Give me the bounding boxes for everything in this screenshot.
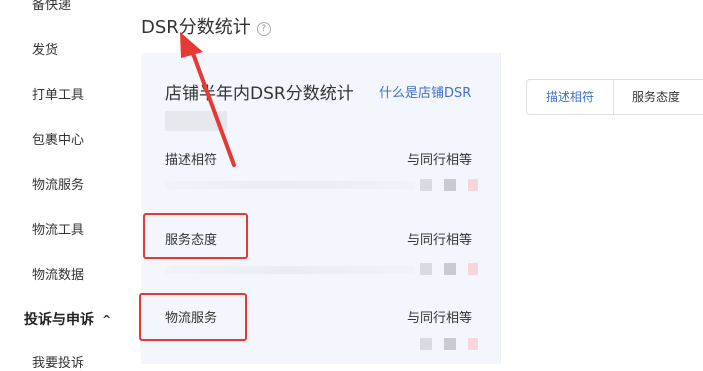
sidebar: 备快递 发货 打单工具 包裹中心 物流服务 物流工具 物流数据 投诉与申诉 ^ 我… [0,0,128,371]
sidebar-item-logistics-service[interactable]: 物流服务 [32,174,84,193]
blurred-score [444,263,456,275]
sidebar-item-express[interactable]: 备快递 [32,0,71,13]
tab-description[interactable]: 描述相符 [527,80,614,114]
sidebar-item-package-center[interactable]: 包裹中心 [32,129,84,148]
dsr-row-value-service: 与同行相等 [407,233,473,248]
dsr-tabs: 描述相符 服务态度 [526,79,703,115]
blurred-score [444,338,456,350]
blurred-score [420,179,432,191]
sidebar-item-ship[interactable]: 发货 [32,39,58,58]
score-placeholder [165,111,227,131]
page-title: DSR分数统计? [141,13,271,39]
blurred-score [468,263,478,275]
sidebar-item-logistics-tool[interactable]: 物流工具 [32,219,84,238]
blurred-score [468,338,478,350]
dsr-bar-description [165,181,415,189]
blurred-score [468,179,478,191]
blurred-score [420,338,432,350]
sidebar-item-print-tool[interactable]: 打单工具 [32,84,84,103]
chevron-up-icon: ^ [102,313,112,326]
highlight-box-logistics [139,293,247,341]
sidebar-group-label: 投诉与申诉 [24,312,94,328]
question-circle-icon[interactable]: ? [256,22,271,36]
sidebar-item-my-complaint[interactable]: 我要投诉 [32,352,84,371]
dsr-card-title: 店铺半年内DSR分数统计 [165,84,354,104]
dsr-row-value-logistics: 与同行相等 [407,311,473,326]
highlight-box-service [143,213,248,259]
page-title-text: DSR分数统计 [141,17,251,38]
dsr-bar-service [165,266,415,274]
blurred-score [420,263,432,275]
blurred-score [444,179,456,191]
sidebar-item-logistics-data[interactable]: 物流数据 [32,264,84,283]
what-is-dsr-link[interactable]: 什么是店铺DSR [379,82,471,101]
dsr-row-label-description: 描述相符 [165,153,218,168]
dsr-row-value-description: 与同行相等 [407,153,473,168]
tab-service[interactable]: 服务态度 [614,80,698,114]
sidebar-group-complaints[interactable]: 投诉与申诉 ^ [24,309,111,329]
